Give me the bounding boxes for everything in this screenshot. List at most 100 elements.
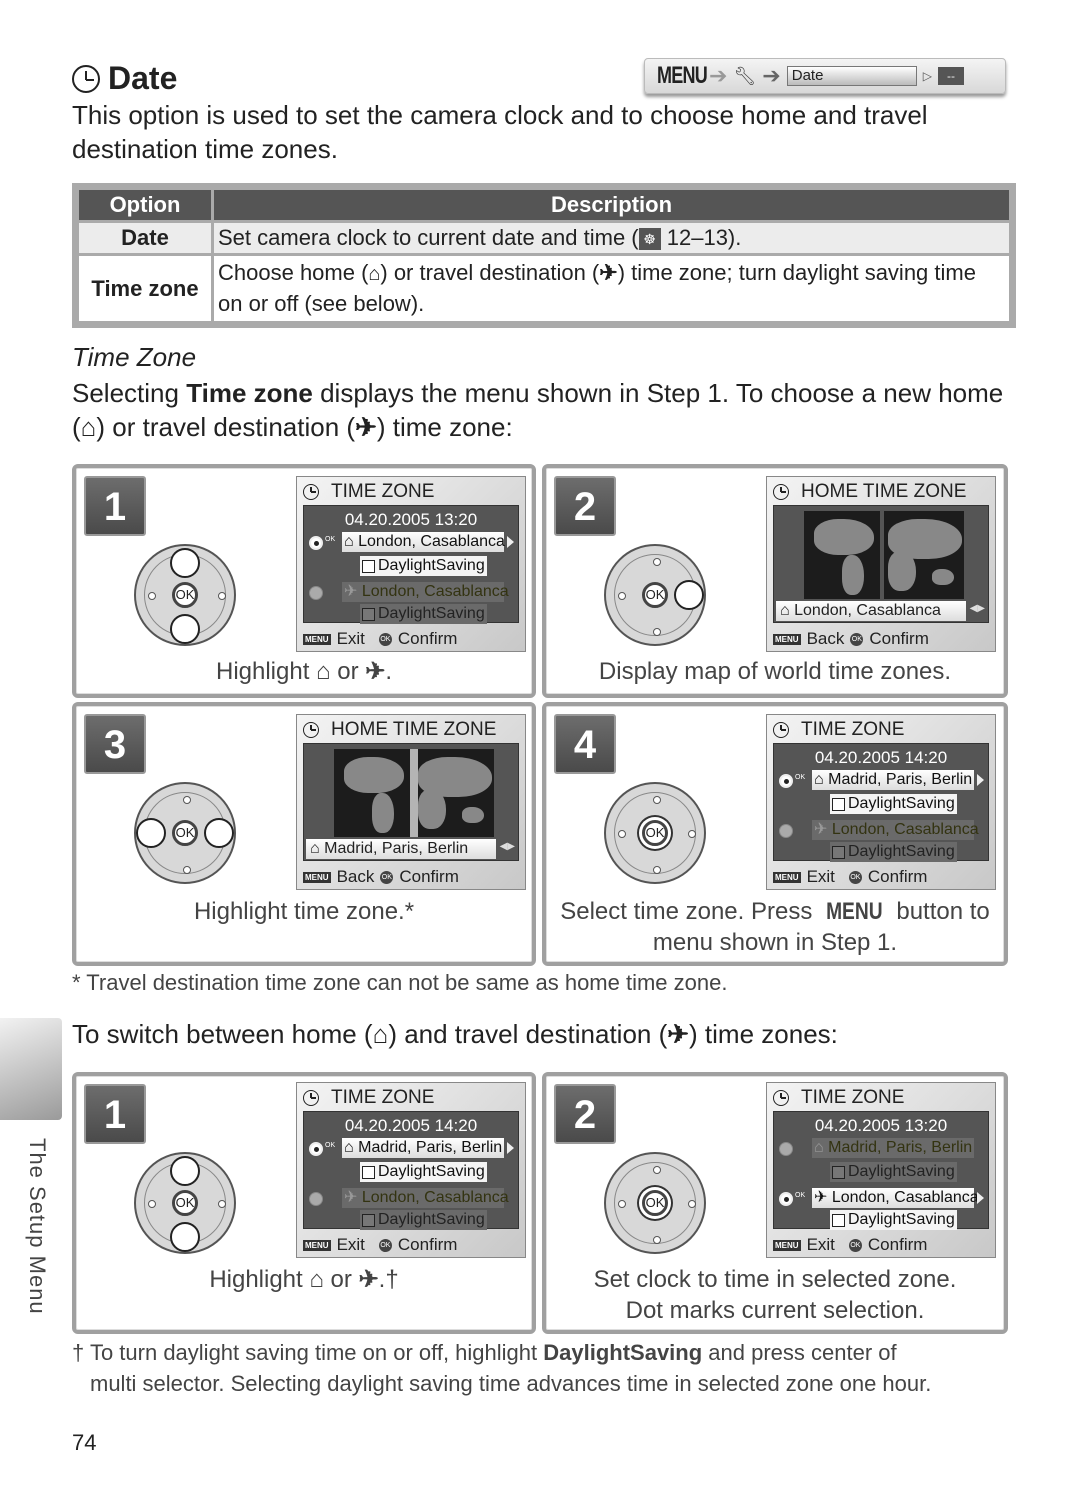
- menu-icon: MENU: [303, 1239, 331, 1251]
- ok-button-icon: OK: [172, 820, 198, 846]
- menu-label: MENU: [657, 62, 708, 89]
- travel-zone-row: ✈ London, Casablanca: [812, 820, 979, 840]
- step-panel: 3 OK HOME TIME ZONE ⌂ Madrid, Paris, Ber…: [72, 702, 536, 966]
- ok-icon: OK: [380, 870, 394, 884]
- step-caption: Highlight time zone.*: [193, 898, 415, 925]
- multi-selector-diagram: OK: [134, 782, 236, 884]
- clock-icon: [303, 1090, 319, 1106]
- clock-icon: [773, 1090, 789, 1106]
- step-caption: Highlight ⌂ or ✈.†: [209, 1266, 399, 1293]
- radio-selected: [309, 536, 323, 550]
- up-highlight: [170, 1156, 200, 1186]
- arrow-icon: ➔: [762, 63, 781, 88]
- home-icon: ⌂: [80, 412, 97, 442]
- multi-selector-diagram: OK: [604, 1152, 706, 1254]
- right-highlight: [204, 818, 234, 848]
- table-row: Date Set camera clock to current date an…: [79, 223, 1009, 253]
- ok-button-icon: OK: [642, 582, 668, 608]
- ok-button-icon: OK: [172, 582, 198, 608]
- step-number: 2: [554, 1084, 616, 1144]
- clock-icon: [773, 484, 789, 500]
- menu-path: MENU ➔ 🔧︎ ➔ Date ▷ --: [644, 58, 1006, 94]
- screen-date: 04.20.2005 13:20: [344, 510, 478, 529]
- airplane-icon: ✈: [344, 1189, 358, 1206]
- clock-icon: [303, 722, 319, 738]
- checkbox-icon: [362, 607, 375, 621]
- checkbox-icon: [832, 1165, 845, 1179]
- multi-selector-diagram: OK: [134, 544, 236, 646]
- camera-screen: TIME ZONE 04.20.2005 13:20 ⌂ Madrid, Par…: [766, 1082, 996, 1258]
- menu-icon: MENU: [773, 633, 801, 645]
- daylight-row: DaylightSaving: [830, 794, 957, 814]
- down-highlight: [170, 1222, 200, 1252]
- ok-icon: OK: [848, 1238, 862, 1252]
- home-icon: ⌂: [316, 658, 331, 685]
- radio-unselected: [309, 586, 323, 600]
- zone-selector: ⌂ London, Casablanca: [776, 601, 966, 621]
- ok-icon: OK: [378, 1238, 392, 1252]
- daylight-row: DaylightSaving: [360, 604, 487, 624]
- ok-button-icon: OK: [172, 1190, 198, 1216]
- ok-button-icon: OK: [642, 1190, 668, 1216]
- multi-selector-diagram: OK: [604, 782, 706, 884]
- right-highlight: [674, 580, 704, 610]
- switch-paragraph: To switch between home (⌂) and travel de…: [72, 1019, 838, 1049]
- option-table: Option Description Date Set camera clock…: [72, 183, 1016, 328]
- menu-icon: MENU: [773, 871, 801, 883]
- camera-screen: TIME ZONE 04.20.2005 13:20 OK ⌂ London, …: [296, 476, 526, 652]
- step-panel: 1 OK TIME ZONE 04.20.2005 14:20 OK ⌂ Mad…: [72, 1072, 536, 1334]
- clock-icon: [303, 484, 319, 500]
- radio-unselected: [309, 1192, 323, 1206]
- daylight-row: DaylightSaving: [360, 1162, 487, 1182]
- menu-path-value: --: [937, 67, 964, 85]
- airplane-icon: ✈: [358, 1266, 379, 1293]
- camera-screen: TIME ZONE 04.20.2005 14:20 OK ⌂ Madrid, …: [766, 714, 996, 890]
- left-right-arrows-icon: ◀▶: [969, 603, 985, 614]
- side-tab-label: The Setup Menu: [25, 1138, 50, 1315]
- home-icon: ⌂: [814, 771, 824, 788]
- zone-selector: ⌂ Madrid, Paris, Berlin: [306, 839, 496, 859]
- airplane-icon: ✈: [599, 260, 618, 285]
- airplane-icon: ✈: [667, 1019, 690, 1049]
- multi-selector-diagram: OK: [134, 1152, 236, 1254]
- clock-icon: [72, 64, 100, 93]
- airplane-icon: ✈: [814, 1189, 828, 1206]
- left-highlight: [136, 818, 166, 848]
- step-caption: Highlight ⌂ or ✈.: [215, 658, 393, 685]
- step-panel: 2 OK TIME ZONE 04.20.2005 13:20 ⌂ Madrid…: [542, 1072, 1008, 1334]
- radio-selected: [309, 1142, 323, 1156]
- home-icon: ⌂: [344, 1139, 354, 1156]
- step-caption: Display map of world time zones.: [598, 658, 952, 685]
- home-icon: ⌂: [310, 840, 320, 857]
- step-number: 1: [84, 1084, 146, 1144]
- ok-icon: OK: [378, 632, 392, 646]
- home-icon: ⌂: [780, 602, 790, 619]
- daylight-row: DaylightSaving: [830, 842, 957, 862]
- page-reference-icon: ☸: [638, 228, 661, 251]
- up-highlight: [170, 548, 200, 578]
- daylight-row: DaylightSaving: [830, 1162, 957, 1182]
- checkbox-icon: [832, 845, 845, 859]
- world-map: [334, 749, 494, 837]
- checkbox-icon: [362, 1213, 375, 1227]
- time-zone-paragraph: Selecting Time zone displays the menu sh…: [72, 378, 1004, 442]
- airplane-icon: ✈: [365, 658, 386, 685]
- table-row: Time zone Choose home (⌂) or travel dest…: [79, 256, 1009, 321]
- checkbox-icon: [362, 1165, 375, 1179]
- home-icon: ⌂: [368, 263, 381, 285]
- triangle-right-icon: ▷: [922, 69, 932, 83]
- checkbox-icon: [362, 559, 375, 573]
- description-cell: Choose home (⌂) or travel destination (✈…: [214, 256, 1009, 321]
- step-number: 3: [84, 714, 146, 774]
- step-panel: 2 OK HOME TIME ZONE ⌂ London, Casablanca…: [542, 464, 1008, 698]
- home-zone-row: ⌂ Madrid, Paris, Berlin: [812, 770, 984, 790]
- home-icon: ⌂: [309, 1266, 324, 1293]
- arrow-icon: ➔: [709, 63, 728, 88]
- option-cell: Date: [79, 223, 211, 253]
- time-zone-heading: Time Zone: [72, 342, 197, 372]
- step-panel: 1 OK TIME ZONE 04.20.2005 13:20 OK ⌂ Lon…: [72, 464, 536, 698]
- menu-path-field: Date: [786, 66, 917, 86]
- menu-icon: MENU: [773, 1239, 801, 1251]
- travel-zone-row: ✈ London, Casablanca: [342, 1188, 509, 1208]
- section-title-text: Date: [108, 60, 178, 96]
